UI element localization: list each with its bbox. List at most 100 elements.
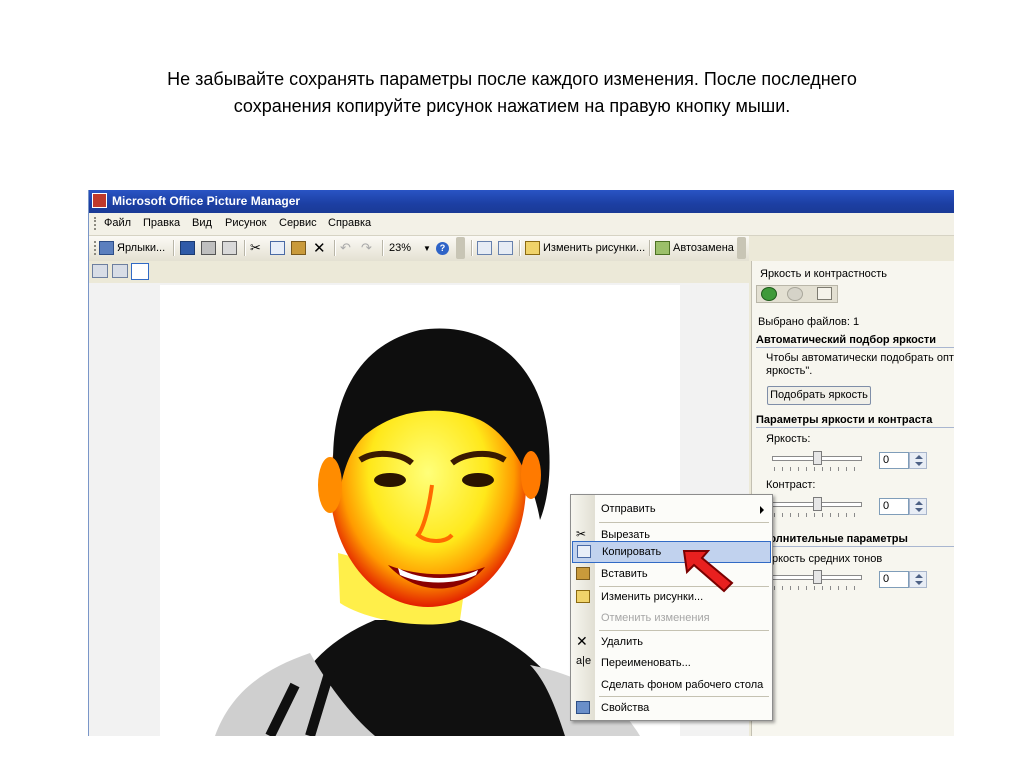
contrast-label: Контраст: xyxy=(766,479,816,491)
edit-pictures-icon xyxy=(576,590,590,603)
brightness-task-pane: Яркость и контрастность Выбрано файлов: … xyxy=(751,261,954,736)
slider-thumb[interactable] xyxy=(813,497,822,511)
toolbar-separator xyxy=(649,240,651,256)
delete-button[interactable]: ✕ xyxy=(313,240,326,257)
auto-description-line-1: Чтобы автоматически подобрать опти xyxy=(766,352,954,364)
copy-icon xyxy=(577,545,591,558)
slide-caption: Не забывайте сохранять параметры после к… xyxy=(60,66,964,120)
shortcuts-icon xyxy=(99,241,114,255)
copy-button[interactable] xyxy=(270,240,285,256)
toolbar-separator xyxy=(334,240,336,256)
menu-item-send[interactable]: Отправить xyxy=(571,498,772,520)
shortcuts-button[interactable]: Ярлыки... xyxy=(99,240,165,256)
brightness-slider[interactable] xyxy=(772,450,864,471)
autocorrect-label: Автозамена xyxy=(673,242,734,254)
menu-item-undo-changes: Отменить изменения xyxy=(571,607,772,629)
rotate-left-icon xyxy=(477,241,492,255)
caption-line-1: Не забывайте сохранять параметры после к… xyxy=(167,69,857,89)
context-menu: Отправить ✂ Вырезать Копировать Вставить… xyxy=(570,494,773,721)
toolbar-overflow-chevron-2[interactable] xyxy=(737,237,746,259)
toolbar-separator xyxy=(244,240,246,256)
autocorrect-button[interactable]: Автозамена xyxy=(655,240,734,256)
menu-file[interactable]: Файл xyxy=(104,217,131,229)
redo-icon: ↷ xyxy=(361,240,372,255)
contrast-spinner[interactable] xyxy=(909,498,927,515)
brightness-spinner[interactable] xyxy=(909,452,927,469)
preview-icon xyxy=(222,241,237,255)
print-icon xyxy=(201,241,216,255)
menu-bar: Файл Правка Вид Рисунок Сервис Справка xyxy=(89,213,954,236)
print-preview-button[interactable] xyxy=(222,240,237,256)
autocorrect-icon xyxy=(655,241,670,255)
toolbar-separator xyxy=(382,240,384,256)
back-icon[interactable] xyxy=(761,287,777,301)
menu-item-properties[interactable]: Свойства xyxy=(571,697,772,719)
scissors-icon: ✂ xyxy=(576,527,587,541)
menu-view[interactable]: Вид xyxy=(192,217,212,229)
save-button[interactable] xyxy=(180,240,195,256)
home-icon[interactable] xyxy=(817,287,832,300)
slider-thumb[interactable] xyxy=(813,451,822,465)
slider-ticks xyxy=(774,513,862,517)
redo-button[interactable]: ↷ xyxy=(361,240,372,256)
toolbar-separator xyxy=(519,240,521,256)
menu-picture[interactable]: Рисунок xyxy=(225,217,267,229)
task-pane-title: Яркость и контрастность xyxy=(760,268,888,280)
contrast-slider[interactable] xyxy=(772,496,864,517)
midtones-slider[interactable] xyxy=(772,569,864,590)
undo-button[interactable]: ↶ xyxy=(340,240,351,256)
brightness-value-field[interactable]: 0 xyxy=(879,452,909,469)
picture-manager-window: Microsoft Office Picture Manager Файл Пр… xyxy=(88,190,954,736)
toolbar-overflow-chevron[interactable] xyxy=(456,237,465,259)
delete-x-icon: ✕ xyxy=(576,633,588,649)
properties-icon xyxy=(576,701,590,714)
menu-item-set-wallpaper[interactable]: Сделать фоном рабочего стола xyxy=(571,674,772,696)
rotate-left-button[interactable] xyxy=(477,240,492,256)
cut-button[interactable]: ✂ xyxy=(250,240,261,256)
extra-settings-heading: ополнительные параметры xyxy=(756,533,954,547)
midtones-value-field[interactable]: 0 xyxy=(879,571,909,588)
copy-icon xyxy=(270,241,285,255)
auto-brightness-heading: Автоматический подбор яркости xyxy=(756,334,954,348)
slider-thumb[interactable] xyxy=(813,570,822,584)
save-icon xyxy=(180,241,195,255)
auto-description-line-2: яркость". xyxy=(766,365,813,377)
scissors-icon: ✂ xyxy=(250,240,261,255)
menu-item-delete[interactable]: ✕ Удалить xyxy=(571,631,772,653)
menu-item-label: Свойства xyxy=(601,702,650,714)
menu-item-label: Удалить xyxy=(601,636,643,648)
menu-item-edit-pictures[interactable]: Изменить рисунки... xyxy=(571,586,772,608)
menu-item-label: Отменить изменения xyxy=(601,612,710,624)
menu-edit[interactable]: Правка xyxy=(143,217,180,229)
zoom-combo[interactable]: 23% ▼ xyxy=(389,240,431,256)
single-picture-view-icon[interactable] xyxy=(131,263,149,280)
menu-item-copy[interactable]: Копировать xyxy=(572,541,771,563)
menu-item-label: Сделать фоном рабочего стола xyxy=(601,679,764,691)
midtones-label: яркость средних тонов xyxy=(766,553,883,565)
help-button[interactable]: ? xyxy=(436,240,449,256)
edit-pictures-button[interactable]: Изменить рисунки... xyxy=(525,240,645,256)
thumbnail-view-icon[interactable] xyxy=(92,264,108,278)
menu-grip-icon xyxy=(94,217,98,230)
slider-ticks xyxy=(774,467,862,471)
paste-button[interactable] xyxy=(291,240,306,256)
forward-icon[interactable] xyxy=(787,287,803,301)
rotate-right-button[interactable] xyxy=(498,240,513,256)
midtones-spinner[interactable] xyxy=(909,571,927,588)
red-arrow-pointer xyxy=(682,550,734,593)
toolbar-separator xyxy=(173,240,175,256)
rename-icon: a|e xyxy=(576,655,592,667)
menu-item-label: Копировать xyxy=(602,546,662,558)
filmstrip-view-icon[interactable] xyxy=(112,264,128,278)
edit-pictures-icon xyxy=(525,241,540,255)
auto-brightness-button[interactable]: Подобрать яркость xyxy=(767,386,871,405)
menu-item-paste[interactable]: Вставить xyxy=(571,563,772,585)
print-button[interactable] xyxy=(201,240,216,256)
paste-icon xyxy=(291,241,306,255)
menu-item-label: Вырезать xyxy=(601,529,650,541)
menu-help[interactable]: Справка xyxy=(328,217,371,229)
menu-tools[interactable]: Сервис xyxy=(279,217,317,229)
menu-item-rename[interactable]: a|e Переименовать... xyxy=(571,652,772,674)
menu-item-label: Отправить xyxy=(601,503,656,515)
contrast-value-field[interactable]: 0 xyxy=(879,498,909,515)
